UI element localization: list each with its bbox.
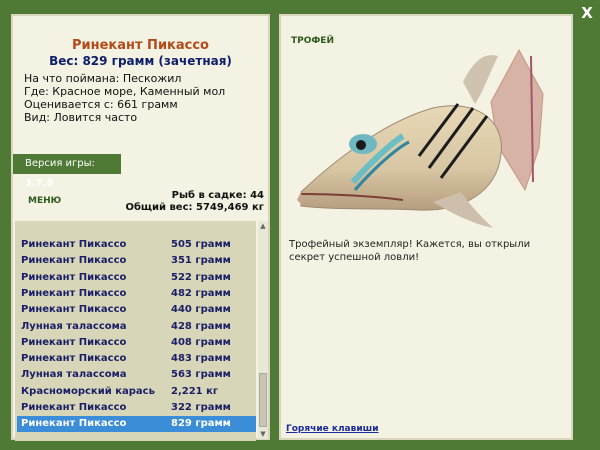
catch-fish-weight: 428 грамм: [171, 320, 231, 332]
menu-button[interactable]: МЕНЮ: [28, 196, 61, 206]
catch-list-row[interactable]: Ринекант Пикассо 505 грамм: [17, 237, 256, 253]
catch-list-row[interactable]: Ринекант Пикассо 522 грамм: [17, 270, 256, 286]
catch-list-row[interactable]: Лунная талассома 563 грамм: [17, 367, 256, 383]
catch-fish-weight: 829 грамм: [171, 418, 231, 430]
catch-list-row[interactable]: Ринекант Пикассо 440 грамм: [17, 302, 256, 318]
fish-name: Ринекант Пикассо: [71, 38, 209, 53]
bait-info: На что поймана: Пескожил: [24, 72, 182, 85]
close-button[interactable]: X: [578, 4, 596, 22]
fish-image: [297, 48, 544, 228]
catch-list-row[interactable]: Лунная талассома 428 грамм: [17, 319, 256, 335]
hotkeys-link[interactable]: Горячие клавиши: [286, 424, 379, 434]
scroll-up-icon[interactable]: ▲: [258, 221, 268, 231]
catch-fish-weight: 408 грамм: [171, 336, 231, 348]
version-value: 3.7.6: [25, 178, 54, 189]
trophy-panel: ТРОФЕЙ Трофейный экземпляр! Кажется, вы …: [279, 14, 573, 440]
catch-list-row[interactable]: Ринекант Пикассо 483 грамм: [17, 351, 256, 367]
catch-fish-name: Ринекант Пикассо: [21, 353, 127, 365]
catch-list-row[interactable]: Ринекант Пикассо 408 грамм: [17, 335, 256, 351]
catch-fish-weight: 2,221 кг: [171, 385, 219, 397]
value-info: Оценивается с: 661 грамм: [24, 98, 178, 111]
catch-list-row[interactable]: Ринекант Пикассо 351 грамм: [17, 253, 256, 269]
version-label: Версия игры:: [25, 158, 95, 169]
location-info: Где: Красное море, Каменный мол: [24, 85, 226, 98]
catch-fish-weight: 322 грамм: [171, 402, 231, 413]
scroll-down-icon[interactable]: ▼: [258, 429, 268, 439]
catch-info-panel: Ринекант Пикассо Вес: 829 грамм (зачетна…: [11, 14, 270, 441]
catch-fish-weight: 505 грамм: [171, 239, 231, 250]
catch-fish-name: Лунная талассома: [21, 320, 127, 332]
catch-fish-name: Ринекант Пикассо: [21, 304, 127, 316]
catch-fish-name: Ринекант Пикассо: [21, 402, 127, 413]
catch-fish-name: Ринекант Пикассо: [21, 287, 127, 299]
catch-fish-weight: 563 грамм: [171, 369, 231, 381]
catch-list-row[interactable]: Ринекант Пикассо 482 грамм: [17, 286, 256, 302]
frequency-info: Вид: Ловится часто: [24, 111, 138, 124]
game-version: Версия игры: 3.7.6: [13, 154, 121, 189]
fish-count: Рыб в садке: 44: [171, 190, 264, 201]
catch-fish-name: Ринекант Пикассо: [21, 271, 127, 283]
catch-fish-name: Красноморский карась: [21, 385, 155, 397]
trophy-description: Трофейный экземпляр! Кажется, вы открыли…: [289, 239, 531, 263]
catch-fish-weight: 482 грамм: [171, 287, 231, 299]
catch-list-row[interactable]: Красноморский карась 2,221 кг: [17, 384, 256, 400]
catch-fish-weight: 483 грамм: [171, 353, 231, 365]
scrollbar-thumb[interactable]: [259, 373, 267, 427]
catch-fish-name: Ринекант Пикассо: [21, 239, 127, 250]
catch-fish-name: Ринекант Пикассо: [21, 255, 127, 267]
catch-fish-weight: 440 грамм: [171, 304, 231, 316]
catch-list[interactable]: Ринекант Пикассо 505 грамм Ринекант Пикасс…: [15, 221, 256, 441]
catch-fish-name: Лунная талассома: [21, 369, 127, 381]
catch-fish-weight: 351 грамм: [171, 255, 231, 267]
catch-list-row[interactable]: Ринекант Пикассо 322 грамм: [17, 400, 256, 416]
total-weight: Общий вес: 5749,469 кг: [125, 202, 264, 213]
catch-fish-weight: 522 грамм: [171, 271, 231, 283]
fish-weight: Вес: 829 грамм (зачетная): [49, 54, 232, 68]
catch-list-scrollbar[interactable]: ▲ ▼: [258, 221, 268, 439]
catch-fish-name: Ринекант Пикассо: [21, 418, 127, 430]
catch-fish-name: Ринекант Пикассо: [21, 336, 127, 348]
catch-list-row[interactable]: Ринекант Пикассо 829 грамм: [17, 416, 256, 433]
keepnet-stats: Рыб в садке: 44 Общий вес: 5749,469 кг: [125, 190, 264, 214]
